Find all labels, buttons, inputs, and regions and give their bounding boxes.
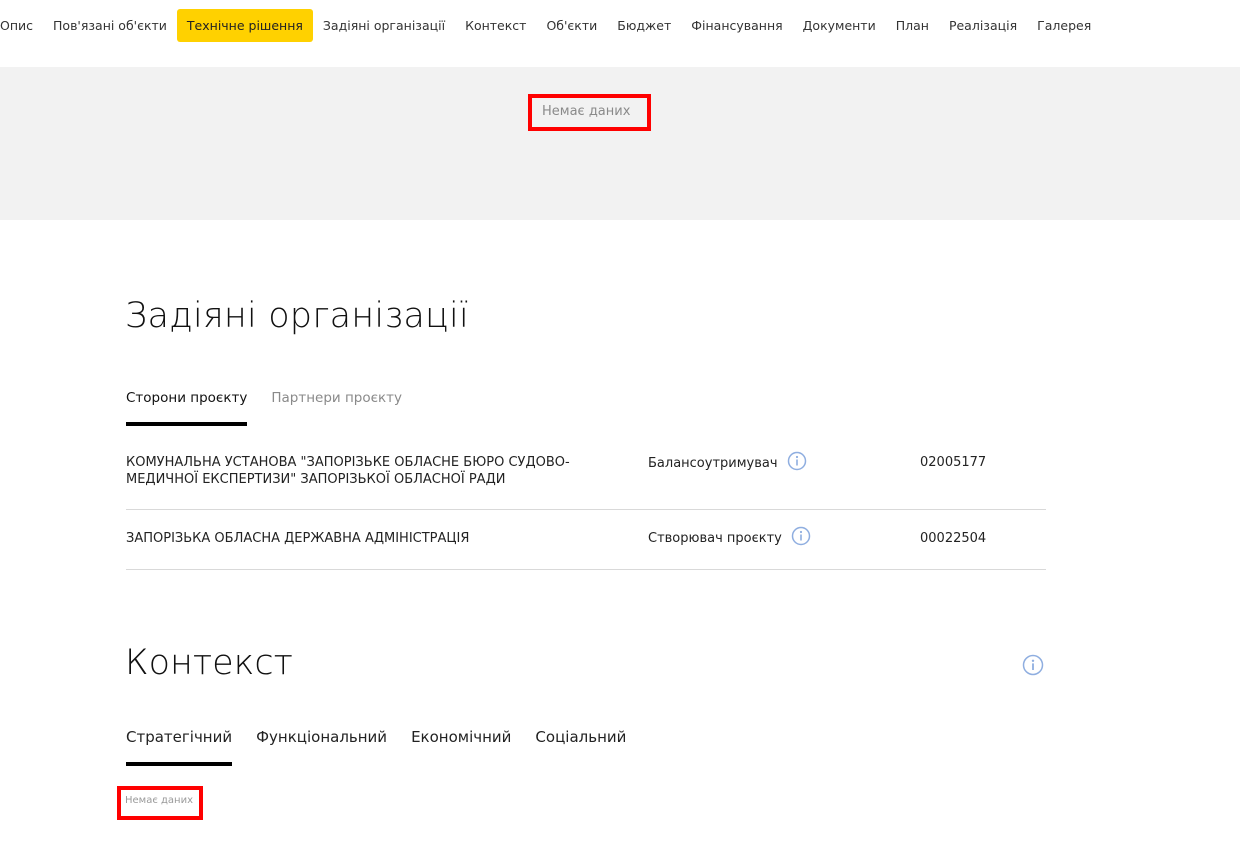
- tab-economic-label: Економічний: [411, 728, 512, 746]
- tab-technical-solution[interactable]: Технічне рішення: [176, 9, 313, 42]
- tab-context[interactable]: Контекст: [455, 9, 536, 42]
- tab-description[interactable]: Опис: [0, 9, 43, 42]
- info-icon[interactable]: [1022, 654, 1044, 680]
- tab-economic[interactable]: Економічний: [411, 728, 511, 746]
- tab-project-parties-label: Сторони проєкту: [126, 390, 248, 406]
- info-icon[interactable]: [787, 451, 807, 476]
- active-tab-underline: [126, 422, 248, 426]
- highlight-box: [528, 94, 651, 131]
- org-role: Створювач проєкту: [648, 526, 811, 551]
- context-title: Контекст: [125, 643, 293, 683]
- tab-budget[interactable]: Бюджет: [607, 9, 681, 42]
- highlight-box: [117, 786, 203, 820]
- tab-objects[interactable]: Об'єкти: [536, 9, 607, 42]
- info-icon[interactable]: [791, 526, 811, 551]
- tab-strategic-label: Стратегічний: [126, 728, 233, 746]
- org-code: 00022504: [920, 531, 987, 546]
- tab-project-parties[interactable]: Сторони проєкту: [126, 390, 248, 426]
- tab-functional-label: Функціональний: [256, 728, 388, 746]
- tab-social-label: Соціальний: [535, 728, 627, 746]
- tab-documents[interactable]: Документи: [793, 9, 886, 42]
- technical-solution-panel: [0, 67, 1240, 220]
- tab-financing[interactable]: Фінансування: [681, 9, 792, 42]
- section-nav: Опис Пов'язані об'єкти Технічне рішення …: [0, 0, 1255, 52]
- scrollbar[interactable]: [1240, 0, 1255, 860]
- org-name: КОМУНАЛЬНА УСТАНОВА "ЗАПОРІЗЬКЕ ОБЛАСНЕ …: [126, 455, 570, 487]
- context-tabs: Стратегічний Функціональний Економічний …: [126, 728, 650, 766]
- org-role-label: Створювач проєкту: [648, 531, 782, 546]
- section-tabs: Опис Пов'язані об'єкти Технічне рішення …: [0, 9, 1101, 42]
- active-tab-underline: [126, 762, 233, 766]
- tab-project-partners[interactable]: Партнери проєкту: [271, 390, 402, 406]
- org-code: 02005177: [920, 455, 987, 470]
- tab-project-partners-label: Партнери проєкту: [271, 390, 403, 406]
- tab-gallery[interactable]: Галерея: [1027, 9, 1101, 42]
- tab-implementation[interactable]: Реалізація: [939, 9, 1027, 42]
- org-name: ЗАПОРІЗЬКА ОБЛАСНА ДЕРЖАВНА АДМІНІСТРАЦІ…: [126, 531, 470, 546]
- tab-related-objects[interactable]: Пов'язані об'єкти: [43, 9, 177, 42]
- table-row: ЗАПОРІЗЬКА ОБЛАСНА ДЕРЖАВНА АДМІНІСТРАЦІ…: [126, 510, 1046, 570]
- table-row: КОМУНАЛЬНА УСТАНОВА "ЗАПОРІЗЬКЕ ОБЛАСНЕ …: [126, 440, 1046, 510]
- tab-functional[interactable]: Функціональний: [256, 728, 387, 746]
- tab-plan[interactable]: План: [886, 9, 939, 42]
- organizations-title: Задіяні організації: [125, 296, 469, 336]
- tab-organizations[interactable]: Задіяні організації: [313, 9, 455, 42]
- tab-social[interactable]: Соціальний: [535, 728, 626, 746]
- org-role: Балансоутримувач: [648, 451, 807, 476]
- organizations-tabs: Сторони проєкту Партнери проєкту: [126, 390, 426, 426]
- org-role-label: Балансоутримувач: [648, 456, 778, 471]
- tab-strategic[interactable]: Стратегічний: [126, 728, 233, 766]
